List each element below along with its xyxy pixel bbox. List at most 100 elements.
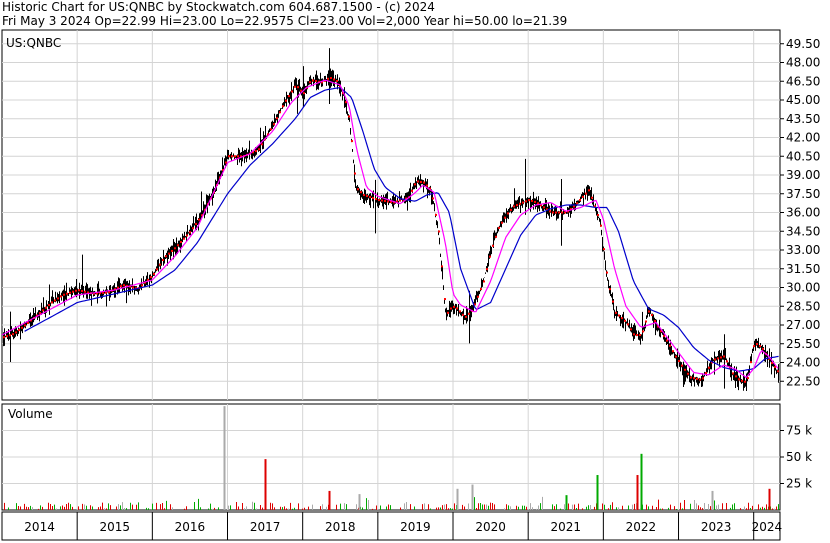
close-mark bbox=[549, 210, 551, 213]
year-label: 2016 bbox=[175, 520, 206, 534]
close-mark bbox=[663, 334, 665, 337]
close-mark bbox=[12, 333, 14, 336]
close-mark bbox=[180, 240, 182, 243]
close-mark bbox=[699, 378, 701, 381]
close-mark bbox=[453, 305, 455, 308]
close-mark bbox=[627, 323, 629, 326]
close-mark bbox=[60, 295, 62, 298]
close-mark bbox=[309, 81, 311, 84]
close-mark bbox=[123, 284, 125, 287]
close-mark bbox=[681, 364, 683, 367]
close-mark bbox=[510, 208, 512, 211]
close-mark bbox=[555, 211, 557, 214]
close-mark bbox=[582, 195, 584, 198]
close-mark bbox=[777, 370, 779, 373]
close-mark bbox=[519, 202, 521, 205]
close-mark bbox=[726, 360, 728, 363]
close-mark bbox=[120, 285, 122, 288]
close-mark bbox=[489, 255, 491, 258]
close-mark bbox=[438, 230, 440, 233]
close-mark bbox=[297, 86, 299, 89]
price-tick-label: 39.00 bbox=[786, 168, 820, 182]
year-label: 2018 bbox=[325, 520, 356, 534]
close-mark bbox=[327, 77, 329, 80]
close-mark bbox=[630, 328, 632, 331]
close-mark bbox=[600, 224, 602, 227]
close-mark bbox=[294, 85, 296, 88]
price-tick-label: 45.00 bbox=[786, 93, 820, 107]
price-tick-label: 36.00 bbox=[786, 206, 820, 220]
close-mark bbox=[624, 319, 626, 322]
close-mark bbox=[315, 80, 317, 83]
close-mark bbox=[675, 355, 677, 358]
close-mark bbox=[690, 376, 692, 379]
year-label: 2015 bbox=[99, 520, 130, 534]
close-mark bbox=[360, 191, 362, 194]
close-mark bbox=[495, 235, 497, 238]
close-mark bbox=[420, 181, 422, 184]
close-mark bbox=[57, 297, 59, 300]
close-mark bbox=[525, 200, 527, 203]
price-tick-label: 43.50 bbox=[786, 112, 820, 126]
close-mark bbox=[198, 218, 200, 221]
close-mark bbox=[615, 311, 617, 314]
volume-tick-label: 75 k bbox=[786, 424, 812, 438]
close-mark bbox=[75, 289, 77, 292]
close-mark bbox=[273, 123, 275, 126]
close-marks bbox=[3, 77, 779, 383]
close-mark bbox=[486, 268, 488, 271]
year-label: 2024 bbox=[752, 520, 783, 534]
close-mark bbox=[633, 333, 635, 336]
close-mark bbox=[234, 155, 236, 158]
close-mark bbox=[468, 312, 470, 315]
price-tick-label: 40.50 bbox=[786, 149, 820, 163]
close-mark bbox=[750, 361, 752, 364]
close-mark bbox=[177, 244, 179, 247]
close-mark bbox=[480, 288, 482, 291]
close-mark bbox=[168, 252, 170, 255]
close-mark bbox=[687, 372, 689, 375]
close-mark bbox=[351, 140, 353, 143]
close-mark bbox=[738, 378, 740, 381]
close-mark bbox=[669, 344, 671, 347]
close-mark bbox=[354, 172, 356, 175]
year-label: 2017 bbox=[250, 520, 281, 534]
close-mark bbox=[756, 343, 758, 346]
year-label: 2021 bbox=[550, 520, 581, 534]
price-tick-label: 22.50 bbox=[786, 374, 820, 388]
close-mark bbox=[744, 380, 746, 383]
close-mark bbox=[702, 377, 704, 380]
close-mark bbox=[165, 255, 167, 258]
close-mark bbox=[54, 299, 56, 302]
close-mark bbox=[528, 199, 530, 202]
close-mark bbox=[162, 259, 164, 262]
close-mark bbox=[708, 366, 710, 369]
close-mark bbox=[621, 317, 623, 320]
close-mark bbox=[78, 289, 80, 292]
close-mark bbox=[153, 272, 155, 275]
close-mark bbox=[15, 331, 17, 334]
close-mark bbox=[642, 330, 644, 333]
close-mark bbox=[720, 356, 722, 359]
close-mark bbox=[588, 189, 590, 192]
close-mark bbox=[465, 315, 467, 318]
close-mark bbox=[636, 334, 638, 336]
close-mark bbox=[666, 339, 668, 342]
close-mark bbox=[612, 300, 614, 303]
year-label: 2019 bbox=[400, 520, 431, 534]
year-label: 2014 bbox=[24, 520, 55, 534]
volume-panel: 75 k 50 k 25 k bbox=[1, 403, 812, 511]
close-mark bbox=[228, 155, 230, 158]
close-mark bbox=[435, 213, 437, 216]
close-mark bbox=[597, 214, 599, 217]
close-mark bbox=[639, 334, 641, 336]
close-mark bbox=[192, 227, 194, 230]
close-mark bbox=[69, 291, 71, 294]
close-mark bbox=[477, 295, 479, 298]
close-mark bbox=[492, 244, 494, 247]
price-panel: 49.50 48.00 46.50 45.00 43.50 42.00 40.50 39.00… bbox=[1, 29, 820, 401]
price-tick-label: 33.00 bbox=[786, 243, 820, 257]
close-mark bbox=[705, 372, 707, 375]
close-mark bbox=[24, 324, 26, 327]
close-mark bbox=[300, 89, 302, 92]
